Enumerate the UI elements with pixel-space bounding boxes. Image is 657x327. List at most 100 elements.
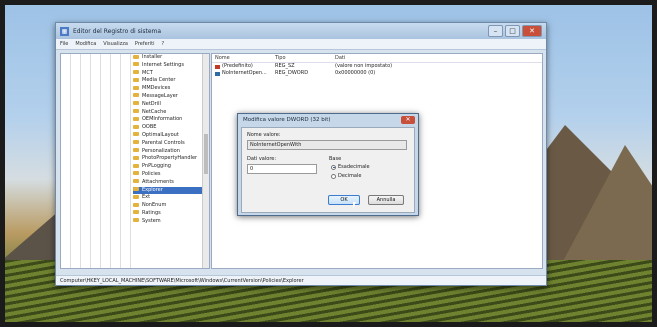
folder-icon	[133, 148, 139, 153]
tree-item-label: MMDevices	[142, 85, 171, 92]
tree-item[interactable]: Internet Settings	[133, 62, 209, 70]
registry-tree[interactable]: Installer Internet Settings MCT Media Cente…	[60, 53, 210, 269]
value-data: (valore non impostato)	[335, 63, 393, 69]
tree-scrollbar[interactable]	[202, 54, 209, 268]
cancel-button[interactable]: Annulla	[368, 195, 404, 205]
radio-hex-label: Esadecimale	[338, 164, 370, 170]
header-data[interactable]: Dati	[335, 54, 542, 62]
value-type: REG_SZ	[275, 63, 295, 69]
radio-decimal-dot	[331, 173, 336, 179]
registry-value-icon	[215, 64, 220, 69]
folder-icon	[133, 54, 139, 59]
radio-hex-dot	[331, 164, 336, 170]
folder-icon	[133, 85, 139, 90]
menu-modifica[interactable]: Modifica	[75, 41, 96, 47]
folder-icon	[133, 70, 139, 75]
value-row[interactable]: (Predefinito) REG_SZ (valore non impostato…	[212, 63, 542, 70]
tree-item-label: OOBE	[142, 124, 157, 131]
folder-icon	[133, 163, 139, 168]
tree-item-label: MessageLayer	[142, 92, 178, 99]
folder-icon	[133, 202, 139, 207]
tree-item[interactable]: Media Center	[133, 77, 209, 85]
tree-item-label: Attachments	[142, 178, 174, 185]
value-name-field[interactable]: NoInternetOpenWith	[247, 140, 407, 150]
folder-icon	[133, 124, 139, 129]
value-name-label: Nome valore:	[247, 132, 281, 138]
tree-item[interactable]: MMDevices	[133, 85, 209, 93]
tree-item[interactable]: NonEnum	[133, 202, 209, 210]
tree-item-label: NetCache	[142, 108, 167, 115]
tree-item[interactable]: Ratings	[133, 210, 209, 218]
tree-item[interactable]: PhotoPropertyHandler	[133, 155, 209, 163]
folder-icon	[133, 218, 139, 223]
title-bar[interactable]: ▦ Editor del Registro di sistema – □ ✕	[56, 23, 546, 39]
tree-item[interactable]: Attachments	[133, 179, 209, 187]
minimize-button[interactable]: –	[488, 25, 503, 37]
folder-icon	[133, 77, 139, 82]
mouse-pointer-icon	[353, 202, 356, 209]
tree-item[interactable]: OEMInformation	[133, 116, 209, 124]
value-type: REG_DWORD	[275, 70, 309, 76]
radio-decimal-label: Decimale	[338, 173, 362, 179]
folder-icon	[133, 109, 139, 114]
tree-item[interactable]: Explorer	[133, 186, 209, 195]
tree-item[interactable]: NetDrill	[133, 101, 209, 109]
tree-item[interactable]: System	[133, 218, 209, 226]
window-title: Editor del Registro di sistema	[73, 27, 162, 35]
tree-item-label: Media Center	[142, 77, 176, 84]
tree-item[interactable]: Ext	[133, 194, 209, 202]
tree-item-label: Personalization	[142, 147, 180, 154]
folder-icon	[133, 194, 139, 199]
tree-item[interactable]: MCT	[133, 70, 209, 78]
radio-hex[interactable]: Esadecimale	[331, 164, 370, 170]
value-data-input[interactable]: 0	[247, 164, 317, 174]
dialog-title-text: Modifica valore DWORD (32 bit)	[243, 117, 331, 123]
tree-item-label: NonEnum	[142, 202, 167, 209]
folder-icon	[133, 101, 139, 106]
tree-scroll-thumb[interactable]	[204, 134, 208, 174]
tree-item[interactable]: Installer	[133, 54, 209, 62]
tree-item-label: Ratings	[142, 209, 161, 216]
tree-item-label: OEMInformation	[142, 116, 183, 123]
menu-bar: File Modifica Visualizza Preferiti ?	[56, 39, 546, 50]
tree-item[interactable]: PnPLogging	[133, 163, 209, 171]
tree-item[interactable]: NetCache	[133, 109, 209, 117]
menu-help[interactable]: ?	[162, 41, 165, 47]
tree-item-label: Policies	[142, 170, 161, 177]
dialog-title[interactable]: Modifica valore DWORD (32 bit) ✕	[238, 114, 418, 127]
tree-item[interactable]: Parental Controls	[133, 140, 209, 148]
radio-decimal[interactable]: Decimale	[331, 173, 361, 179]
header-type[interactable]: Tipo	[275, 54, 335, 62]
folder-icon	[133, 179, 139, 184]
maximize-button[interactable]: □	[505, 25, 520, 37]
close-button[interactable]: ✕	[522, 25, 542, 37]
folder-icon	[133, 132, 139, 137]
value-row[interactable]: NoInternetOpen... REG_DWORD 0x00000000 (0)	[212, 70, 542, 77]
tree-item-label: Explorer	[142, 186, 163, 193]
value-name: (Predefinito)	[222, 63, 253, 69]
regedit-icon: ▦	[60, 26, 69, 36]
tree-item-label: Internet Settings	[142, 61, 184, 68]
value-data: 0x00000000 (0)	[335, 70, 376, 76]
header-name[interactable]: Nome	[215, 54, 275, 62]
dialog-close-button[interactable]: ✕	[401, 116, 415, 124]
menu-preferiti[interactable]: Preferiti	[135, 41, 155, 47]
tree-item[interactable]: Policies	[133, 171, 209, 179]
value-data-label: Dati valore:	[247, 156, 277, 162]
value-name: NoInternetOpen...	[222, 70, 267, 76]
folder-icon	[133, 187, 139, 192]
folder-icon	[133, 210, 139, 215]
tree-item[interactable]: MessageLayer	[133, 93, 209, 101]
registry-value-icon	[215, 71, 220, 76]
folder-icon	[133, 140, 139, 145]
tree-item[interactable]: OOBE	[133, 124, 209, 132]
menu-visualizza[interactable]: Visualizza	[103, 41, 128, 47]
tree-item[interactable]: OptimalLayout	[133, 132, 209, 140]
tree-item-label: PnPLogging	[142, 163, 171, 170]
tree-item[interactable]: Personalization	[133, 148, 209, 156]
status-bar-path: Computer\HKEY_LOCAL_MACHINE\SOFTWARE\Mic…	[56, 275, 546, 285]
tree-item-label: Parental Controls	[142, 139, 185, 146]
dialog-body: Nome valore: NoInternetOpenWith Dati val…	[241, 127, 415, 213]
menu-file[interactable]: File	[60, 41, 68, 47]
folder-icon	[133, 155, 139, 160]
